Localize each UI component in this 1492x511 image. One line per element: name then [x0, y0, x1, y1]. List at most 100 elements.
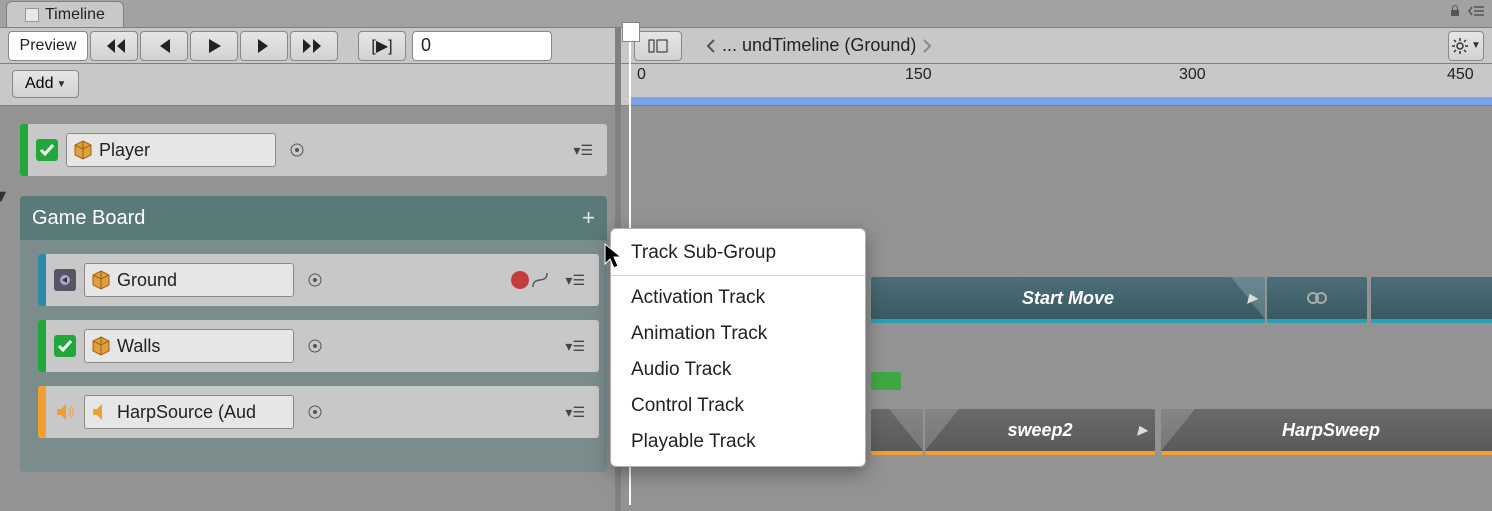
track-color-animation	[38, 254, 46, 306]
breadcrumb[interactable]: ... undTimeline (Ground)	[706, 35, 932, 56]
group-foldout-icon[interactable]: ▼	[0, 186, 10, 207]
clip-start-move-label: Start Move	[1022, 288, 1114, 309]
goto-end-button[interactable]	[290, 31, 338, 61]
frame-field[interactable]: 0	[412, 31, 552, 61]
menu-playable-track[interactable]: Playable Track	[611, 424, 865, 460]
add-label: Add	[25, 75, 53, 93]
record-button[interactable]	[511, 271, 529, 289]
binding-picker-icon[interactable]	[288, 141, 306, 159]
lock-icon[interactable]	[1448, 4, 1462, 18]
gameobject-cube-icon	[73, 140, 93, 160]
group-add-button[interactable]: +	[582, 205, 595, 231]
player-binding-field[interactable]: Player	[66, 133, 276, 167]
audiosource-icon	[91, 402, 111, 422]
activation-toggle-icon[interactable]	[52, 333, 78, 359]
clip-audio-stub[interactable]	[871, 409, 923, 455]
walls-binding-field[interactable]: Walls	[84, 329, 294, 363]
prev-frame-button[interactable]	[140, 31, 188, 61]
clip-fade-icon	[1161, 409, 1195, 451]
secondary-bar: Add ▼ 0 150 300 450	[0, 64, 1492, 106]
audio-track-icon[interactable]	[52, 399, 78, 425]
clip-fade-icon	[889, 409, 923, 451]
track-color-activation	[38, 320, 46, 372]
menu-animation-track[interactable]: Animation Track	[611, 316, 865, 352]
menu-control-track[interactable]: Control Track	[611, 388, 865, 424]
gear-icon	[1451, 37, 1469, 55]
ground-binding-label: Ground	[117, 270, 177, 291]
time-ruler[interactable]: 0 150 300 450	[615, 64, 1492, 106]
tab-bar: Timeline	[0, 0, 1492, 28]
track-group-gameboard[interactable]: Game Board +	[20, 196, 607, 240]
binding-picker-icon[interactable]	[306, 271, 324, 289]
play-range-icon: [▶]	[371, 36, 392, 56]
activation-toggle-icon[interactable]	[34, 137, 60, 163]
track-menu-icon[interactable]: ▾☰	[565, 404, 585, 421]
step-back-icon	[156, 38, 172, 54]
play-button[interactable]	[190, 31, 238, 61]
clip-play-icon: ▶	[1248, 291, 1257, 305]
chevron-right-icon	[922, 38, 932, 54]
ruler-tick-150: 150	[905, 66, 932, 84]
animation-track-icon[interactable]	[52, 267, 78, 293]
preview-label: Preview	[20, 37, 77, 55]
preview-button[interactable]: Preview	[8, 31, 88, 61]
gameobject-cube-icon	[91, 270, 111, 290]
track-harp[interactable]: HarpSource (Aud ▾☰	[38, 386, 599, 438]
play-range-button[interactable]: [▶]	[358, 31, 406, 61]
menu-track-subgroup[interactable]: Track Sub-Group	[611, 235, 865, 271]
clip-harpsweep[interactable]: HarpSweep	[1161, 409, 1492, 455]
harp-binding-field[interactable]: HarpSource (Aud	[84, 395, 294, 429]
menu-audio-track[interactable]: Audio Track	[611, 352, 865, 388]
ruler-tick-450: 450	[1447, 66, 1474, 84]
timeline-tab-label: Timeline	[45, 6, 105, 24]
add-track-button[interactable]: Add ▼	[12, 70, 79, 98]
curves-icon[interactable]	[531, 271, 549, 289]
window-menu-icon[interactable]	[1468, 4, 1484, 18]
track-player[interactable]: Player ▾☰	[20, 124, 607, 176]
timeline-mode-button[interactable]	[634, 31, 682, 61]
step-fwd-icon	[256, 38, 272, 54]
chevron-down-icon: ▼	[1471, 40, 1481, 51]
track-menu-icon[interactable]: ▾☰	[573, 142, 593, 159]
binding-picker-icon[interactable]	[306, 403, 324, 421]
frames-mode-icon	[647, 38, 669, 54]
walls-binding-label: Walls	[117, 336, 160, 357]
goto-start-button[interactable]	[90, 31, 138, 61]
gameobject-cube-icon	[91, 336, 111, 356]
track-color-audio	[38, 386, 46, 438]
next-frame-button[interactable]	[240, 31, 288, 61]
track-headers: ▼ Player ▾☰ Game Board +	[0, 106, 615, 511]
ruler-range-bar	[629, 97, 1492, 105]
track-color-activation	[20, 124, 28, 176]
clip-start-move[interactable]: Start Move ▶	[871, 277, 1265, 323]
clip-harpsweep-label: HarpSweep	[1282, 420, 1380, 441]
ruler-tick-300: 300	[1179, 66, 1206, 84]
clip-sweep2-label: sweep2	[1007, 420, 1072, 441]
clip-loop-section[interactable]	[1267, 277, 1367, 323]
loop-icon	[1306, 287, 1328, 309]
track-menu-icon[interactable]: ▾☰	[565, 338, 585, 355]
settings-button[interactable]: ▼	[1448, 31, 1484, 61]
binding-picker-icon[interactable]	[306, 337, 324, 355]
clip-play-icon: ▶	[1138, 423, 1147, 437]
ground-binding-field[interactable]: Ground	[84, 263, 294, 297]
add-track-context-menu: Track Sub-Group Activation Track Animati…	[610, 228, 866, 467]
timeline-tab-icon	[25, 8, 39, 22]
track-walls[interactable]: Walls ▾☰	[38, 320, 599, 372]
skip-start-icon	[103, 38, 125, 54]
mouse-cursor-icon	[603, 242, 625, 270]
toolbar: Preview [▶] 0 ... undTimeline (Ground) ▼	[0, 28, 1492, 64]
clip-teal-3[interactable]	[1371, 277, 1492, 323]
chevron-down-icon: ▼	[56, 79, 66, 90]
tab-bar-misc	[1448, 4, 1484, 18]
track-ground[interactable]: Ground ▾☰	[38, 254, 599, 306]
track-menu-icon[interactable]: ▾☰	[565, 272, 585, 289]
harp-binding-label: HarpSource (Aud	[117, 402, 256, 423]
frame-value: 0	[421, 35, 431, 56]
breadcrumb-label: ... undTimeline (Ground)	[722, 35, 916, 56]
player-binding-label: Player	[99, 140, 150, 161]
clip-sweep2[interactable]: sweep2 ▶	[925, 409, 1155, 455]
timeline-tab[interactable]: Timeline	[6, 1, 124, 27]
clip-activation[interactable]	[871, 372, 901, 390]
menu-activation-track[interactable]: Activation Track	[611, 280, 865, 316]
